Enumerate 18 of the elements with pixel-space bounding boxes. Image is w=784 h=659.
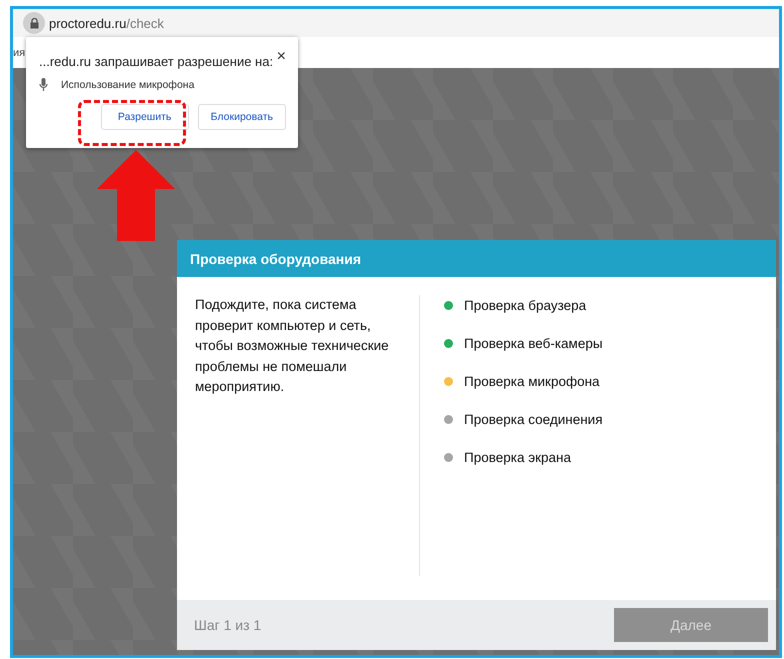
- dialog-title: Проверка оборудования: [177, 240, 776, 277]
- up-arrow-icon: [97, 150, 175, 241]
- check-label: Проверка экрана: [464, 450, 571, 464]
- url-text[interactable]: proctoredu.ru/check: [49, 16, 164, 30]
- close-button[interactable]: ×: [276, 50, 286, 64]
- popup-title: ...redu.ru запрашивает разрешение на:: [39, 54, 274, 69]
- step-text: Шаг 1 из 1: [194, 617, 262, 633]
- bookmark-text: ия: [13, 46, 26, 58]
- check-label: Проверка соединения: [464, 412, 603, 426]
- lock-icon[interactable]: [23, 12, 45, 34]
- microphone-icon: [39, 78, 48, 91]
- block-button[interactable]: Блокировать: [198, 104, 286, 130]
- check-label: Проверка веб-камеры: [464, 336, 603, 350]
- check-label: Проверка браузера: [464, 298, 586, 312]
- check-label: Проверка микрофона: [464, 374, 600, 388]
- permission-text: Использование микрофона: [61, 78, 194, 90]
- allow-button[interactable]: Разрешить: [100, 104, 189, 130]
- instruction-text: Подождите, пока система проверит компьютер и сеть, чтобы возможные технические проблемы не помешали мероприятию.: [195, 295, 420, 576]
